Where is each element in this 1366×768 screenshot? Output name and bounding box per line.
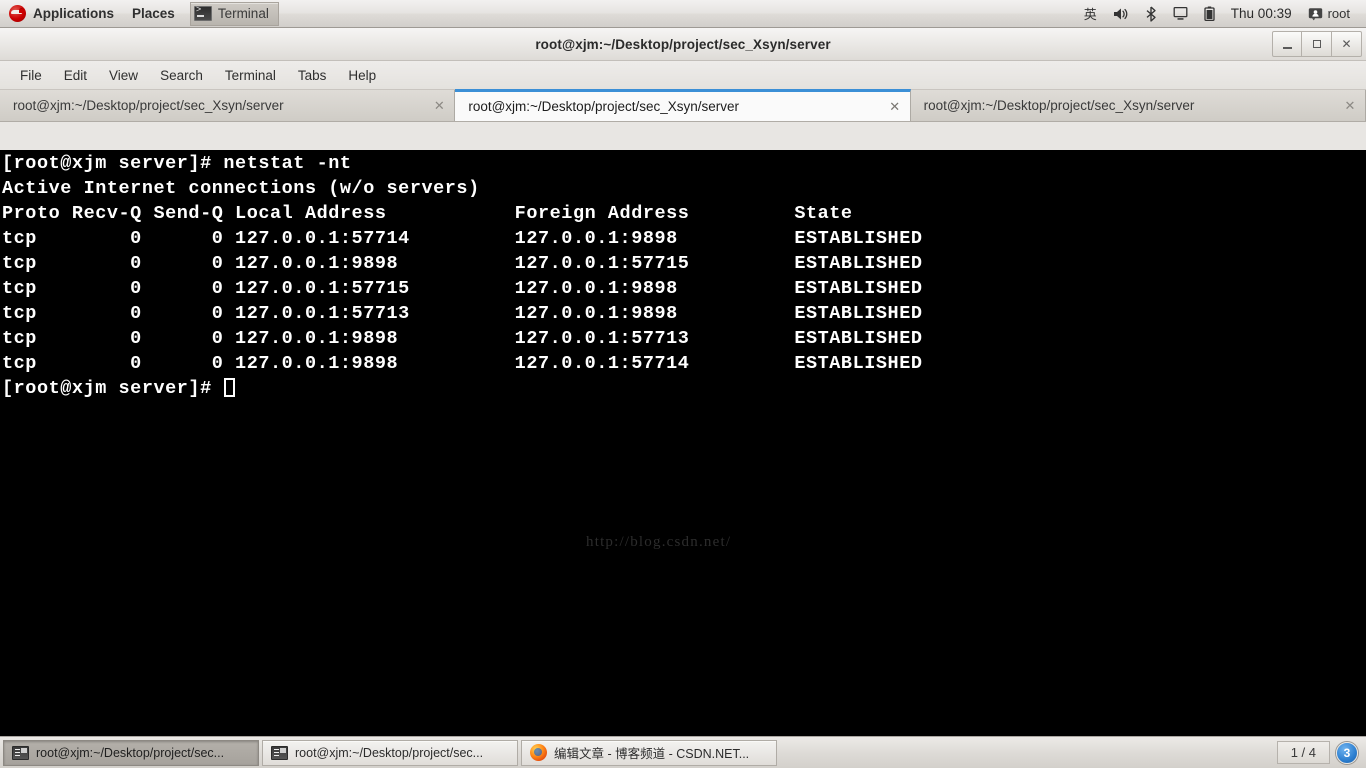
bluetooth-icon-glyph <box>1146 5 1156 22</box>
bottom-panel: root@xjm:~/Desktop/project/sec... root@x… <box>0 736 1366 768</box>
terminal-tab-2[interactable]: root@xjm:~/Desktop/project/sec_Xsyn/serv… <box>455 89 911 121</box>
battery-icon[interactable] <box>1196 1 1223 27</box>
system-tray: 英 Thu 00:39 root <box>1076 1 1366 27</box>
volume-icon-glyph <box>1113 8 1128 19</box>
taskbar-item-firefox[interactable]: 编辑文章 - 博客频道 - CSDN.NET... <box>521 739 777 766</box>
menu-search[interactable]: Search <box>149 65 214 86</box>
tab-label: root@xjm:~/Desktop/project/sec_Xsyn/serv… <box>923 98 1195 113</box>
tab-close-icon[interactable]: ✕ <box>432 99 446 113</box>
clock-label: Thu 00:39 <box>1230 6 1292 21</box>
window-list-item-terminal[interactable]: Terminal <box>189 1 279 26</box>
workspace-badge[interactable]: 3 <box>1336 741 1358 764</box>
menu-view[interactable]: View <box>98 65 149 86</box>
menu-terminal[interactable]: Terminal <box>214 65 287 86</box>
workspace-area: 1 / 4 3 <box>1276 741 1363 764</box>
minimize-button[interactable] <box>1272 31 1302 57</box>
places-menu-label: Places <box>132 5 175 21</box>
clock[interactable]: Thu 00:39 <box>1223 1 1300 27</box>
tab-close-icon[interactable]: ✕ <box>888 100 902 114</box>
maximize-glyph <box>1312 40 1321 48</box>
input-method-indicator[interactable]: 英 <box>1076 1 1105 27</box>
battery-icon-glyph <box>1204 6 1215 21</box>
tab-label: root@xjm:~/Desktop/project/sec_Xsyn/serv… <box>468 99 740 114</box>
menubar: File Edit View Search Terminal Tabs Help <box>0 61 1366 90</box>
tab-close-icon[interactable]: ✕ <box>1343 99 1357 113</box>
close-icon: ✕ <box>1341 37 1352 51</box>
terminal-output-text: [root@xjm server]# netstat -nt Active In… <box>2 153 923 374</box>
input-method-label: 英 <box>1083 7 1097 22</box>
minimize-glyph <box>1282 46 1292 49</box>
menu-file[interactable]: File <box>9 65 53 86</box>
maximize-button[interactable] <box>1302 31 1332 57</box>
taskbar-item-terminal-2[interactable]: root@xjm:~/Desktop/project/sec... <box>262 739 518 766</box>
menu-tabs[interactable]: Tabs <box>287 65 338 86</box>
close-button[interactable]: ✕ <box>1332 31 1362 57</box>
display-icon[interactable] <box>1165 1 1196 27</box>
menu-help[interactable]: Help <box>337 65 387 86</box>
window-title: root@xjm:~/Desktop/project/sec_Xsyn/serv… <box>535 36 831 52</box>
window-controls: ✕ <box>1272 31 1362 57</box>
volume-icon[interactable] <box>1105 1 1137 27</box>
places-menu[interactable]: Places <box>123 1 184 27</box>
applications-menu[interactable]: Applications <box>0 1 123 27</box>
window-list-item-label: Terminal <box>217 6 269 21</box>
watermark: http://blog.csdn.net/ <box>586 534 732 550</box>
terminal-icon <box>271 745 288 760</box>
display-icon-glyph <box>1173 6 1188 20</box>
taskbar-item-label: 编辑文章 - 博客频道 - CSDN.NET... <box>554 747 750 761</box>
tab-label: root@xjm:~/Desktop/project/sec_Xsyn/serv… <box>13 98 284 113</box>
terminal-icon <box>12 745 29 760</box>
taskbar-item-terminal-1[interactable]: root@xjm:~/Desktop/project/sec... <box>3 739 259 766</box>
redhat-logo-icon <box>9 5 26 22</box>
terminal-tab-1[interactable]: root@xjm:~/Desktop/project/sec_Xsyn/serv… <box>0 90 456 121</box>
menu-edit[interactable]: Edit <box>53 65 98 86</box>
bluetooth-icon[interactable] <box>1137 1 1165 27</box>
applications-menu-label: Applications <box>33 5 115 21</box>
terminal-cursor <box>224 378 236 397</box>
user-icon <box>1308 7 1322 20</box>
tab-bar: root@xjm:~/Desktop/project/sec_Xsyn/serv… <box>0 89 1366 122</box>
terminal-tab-3[interactable]: root@xjm:~/Desktop/project/sec_Xsyn/serv… <box>910 90 1366 121</box>
terminal-last-prompt: [root@xjm server]# <box>2 378 224 399</box>
taskbar-item-label: root@xjm:~/Desktop/project/sec... <box>36 745 225 760</box>
user-label: root <box>1327 6 1350 21</box>
terminal-window: root@xjm:~/Desktop/project/sec_Xsyn/serv… <box>0 28 1366 736</box>
window-titlebar: root@xjm:~/Desktop/project/sec_Xsyn/serv… <box>0 28 1366 61</box>
terminal-screen[interactable]: [root@xjm server]# netstat -nt Active In… <box>0 150 1366 736</box>
taskbar-item-label: root@xjm:~/Desktop/project/sec... <box>295 745 484 760</box>
terminal-icon <box>193 5 212 21</box>
firefox-icon <box>530 744 547 761</box>
top-panel: Applications Places Terminal 英 <box>0 0 1366 28</box>
terminal-output: [root@xjm server]# netstat -nt Active In… <box>2 151 923 401</box>
user-menu[interactable]: root <box>1300 1 1358 27</box>
workspace-pager[interactable]: 1 / 4 <box>1276 741 1330 764</box>
